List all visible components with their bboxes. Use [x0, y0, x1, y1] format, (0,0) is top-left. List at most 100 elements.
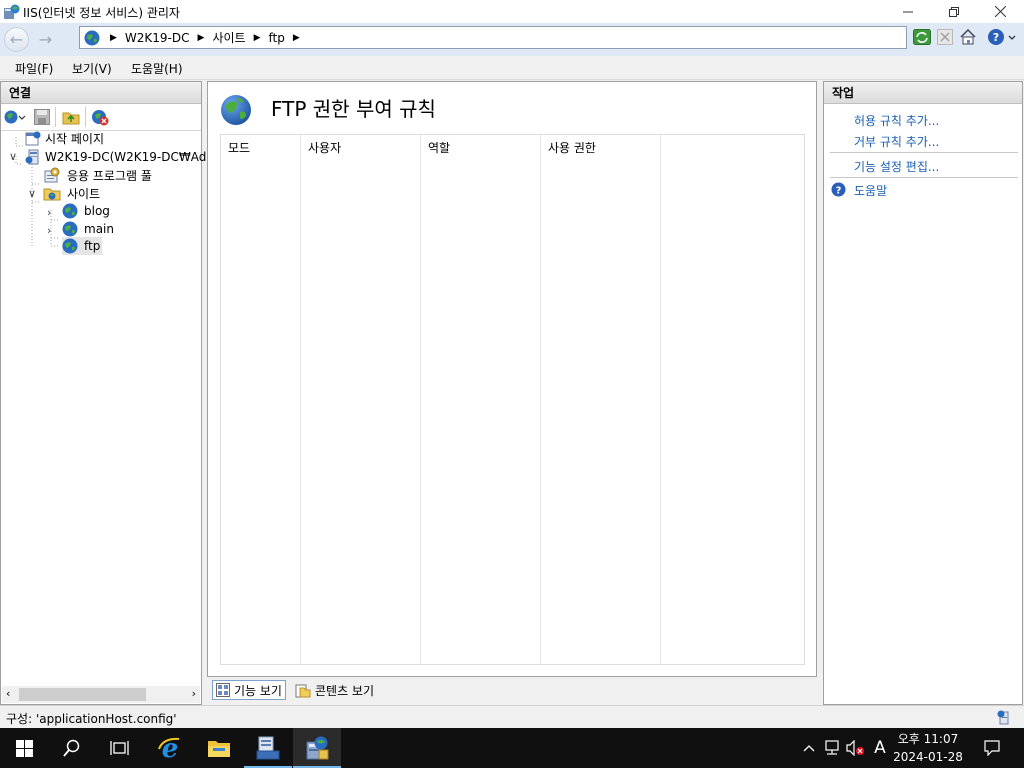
start-button[interactable]	[0, 728, 48, 768]
title-bar: IIS(인터넷 정보 서비스) 관리자	[0, 0, 1024, 23]
column-user[interactable]: 사용자	[301, 135, 421, 665]
windows-logo-icon	[15, 739, 33, 757]
rules-grid[interactable]: 모드 사용자 역할 사용 권한	[220, 134, 805, 665]
blog-expand-chevron-icon[interactable]: ›	[47, 206, 51, 219]
disconnect-icon[interactable]	[91, 109, 109, 129]
network-icon	[824, 740, 842, 756]
connections-header: 연결	[1, 82, 201, 104]
menu-file[interactable]: 파일(F)	[15, 60, 53, 77]
tree-sites-label: 사이트	[67, 186, 101, 201]
clock-date: 2024-01-28	[893, 750, 963, 764]
chevron-up-icon	[803, 744, 815, 752]
connect-button[interactable]	[4, 109, 26, 125]
help-link[interactable]: 도움말	[854, 182, 887, 199]
tree-sites[interactable]: 사이트	[43, 184, 102, 202]
menu-view[interactable]: 보기(V)	[72, 60, 112, 77]
taskbar: e A 오후 11:07 2024-01-28	[0, 728, 1024, 768]
task-view-button[interactable]	[96, 728, 144, 768]
add-allow-rule-link[interactable]: 허용 규칙 추가...	[854, 112, 939, 129]
back-button[interactable]: ←	[4, 27, 29, 52]
save-icon[interactable]	[34, 109, 50, 128]
breadcrumb-server[interactable]: W2K19-DC	[125, 31, 190, 45]
site-globe-icon	[62, 203, 78, 219]
network-tray-button[interactable]	[822, 728, 844, 768]
sites-collapse-chevron-icon[interactable]: ∨	[28, 187, 36, 200]
server-icon	[25, 149, 41, 165]
window-title: IIS(인터넷 정보 서비스) 관리자	[23, 6, 180, 20]
show-hidden-icons-button[interactable]	[800, 728, 818, 768]
breadcrumb-ftp[interactable]: ftp	[268, 31, 284, 45]
breadcrumb-separator-icon: ▶	[110, 32, 117, 43]
iis-app-icon	[4, 4, 20, 19]
internet-explorer-icon: e	[157, 735, 183, 761]
breadcrumb-separator-icon: ▶	[292, 32, 300, 43]
taskbar-iis-manager[interactable]	[293, 728, 341, 768]
tree-site-blog[interactable]: blog	[62, 202, 112, 220]
start-page-icon	[25, 130, 41, 146]
main-expand-chevron-icon[interactable]: ›	[47, 224, 51, 237]
server-manager-icon	[255, 736, 281, 760]
taskbar-file-explorer[interactable]	[195, 728, 243, 768]
server-collapse-chevron-icon[interactable]: ∨	[9, 150, 17, 163]
scrollbar-thumb[interactable]	[19, 688, 146, 701]
tree-start-page-label: 시작 페이지	[45, 131, 105, 146]
tree-site-ftp[interactable]: ftp	[62, 237, 103, 255]
tree-site-main[interactable]: main	[62, 220, 116, 238]
minimize-button[interactable]	[885, 0, 931, 23]
actions-pane: 작업 허용 규칙 추가... 거부 규칙 추가... 기능 설정 편집... ?…	[823, 81, 1023, 705]
notification-icon	[984, 740, 1000, 756]
forward-arrow-icon: →	[38, 30, 53, 49]
taskbar-internet-explorer[interactable]: e	[146, 728, 194, 768]
features-view-icon	[216, 683, 230, 697]
home-button[interactable]	[958, 27, 978, 47]
column-mode-label: 모드	[228, 141, 251, 155]
column-mode[interactable]: 모드	[221, 135, 301, 665]
clock-time: 오후 11:07	[897, 732, 959, 746]
notifications-button[interactable]	[978, 728, 1006, 768]
site-globe-icon	[62, 221, 78, 237]
column-permission[interactable]: 사용 권한	[541, 135, 661, 665]
tree-site-ftp-label: ftp	[84, 239, 101, 253]
content-view-label: 콘텐츠 보기	[315, 683, 375, 698]
close-button[interactable]	[977, 0, 1023, 23]
restore-button[interactable]	[931, 0, 977, 23]
search-icon	[63, 739, 81, 757]
help-icon: ?	[831, 182, 846, 197]
content-view-tab[interactable]: 콘텐츠 보기	[292, 680, 377, 700]
stop-button[interactable]	[935, 27, 955, 47]
menu-bar: 파일(F) 보기(V) 도움말(H)	[0, 56, 1024, 80]
tree-site-main-label: main	[84, 222, 114, 236]
connections-pane: 연결 시작 페이지 ∨ W2K19-DC(W2K19-DC₩Adm 응용 프로그…	[0, 81, 218, 705]
edit-feature-settings-link[interactable]: 기능 설정 편집...	[854, 158, 939, 175]
refresh-button[interactable]	[912, 27, 932, 47]
taskbar-clock[interactable]: 오후 11:07 2024-01-28	[888, 730, 968, 766]
view-switcher: 기능 보기 콘텐츠 보기	[207, 677, 817, 705]
scroll-left-icon[interactable]: ‹	[6, 687, 10, 700]
actions-separator	[830, 177, 1018, 178]
column-role-label: 역할	[428, 141, 451, 155]
go-up-folder-icon[interactable]	[62, 109, 80, 128]
search-button[interactable]	[48, 728, 96, 768]
forward-button[interactable]: →	[33, 27, 58, 52]
file-explorer-icon	[207, 738, 231, 758]
scroll-right-icon[interactable]: ›	[192, 687, 196, 700]
taskbar-server-manager[interactable]	[244, 728, 292, 768]
column-user-label: 사용자	[308, 141, 342, 155]
features-view-tab[interactable]: 기능 보기	[212, 680, 286, 700]
tree-start-page[interactable]: 시작 페이지	[25, 129, 106, 147]
menu-help[interactable]: 도움말(H)	[131, 60, 183, 77]
tree-server[interactable]: W2K19-DC(W2K19-DC₩Adm	[25, 148, 220, 166]
breadcrumb-separator-icon: ▶	[197, 32, 205, 43]
address-bar[interactable]: ▶ W2K19-DC ▶ 사이트 ▶ ftp ▶	[79, 26, 907, 49]
content-view-icon	[295, 683, 311, 698]
connection-status-icon	[996, 709, 1012, 725]
add-deny-rule-link[interactable]: 거부 규칙 추가...	[854, 133, 939, 150]
column-role[interactable]: 역할	[421, 135, 541, 665]
tree-app-pools[interactable]: 응용 프로그램 풀	[43, 166, 154, 184]
actions-header: 작업	[824, 82, 1022, 104]
horizontal-scrollbar[interactable]: ‹ ›	[2, 686, 200, 703]
breadcrumb-sites[interactable]: 사이트	[212, 29, 245, 46]
volume-muted-icon	[846, 740, 866, 756]
help-dropdown-button[interactable]: ?	[986, 27, 1018, 47]
volume-tray-button[interactable]	[845, 728, 867, 768]
